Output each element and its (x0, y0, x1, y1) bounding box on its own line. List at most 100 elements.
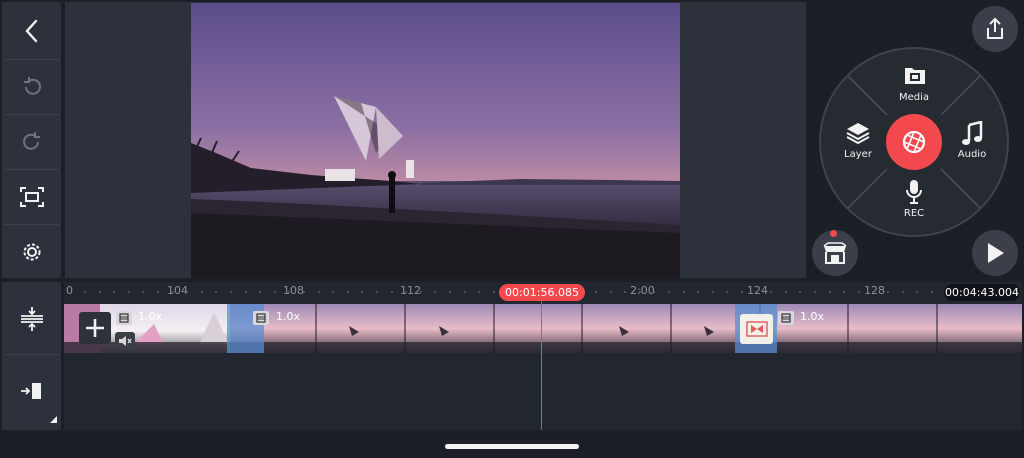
ruler-tick (128, 291, 130, 293)
layers-icon (846, 123, 870, 145)
ruler-label: 0 (66, 284, 73, 297)
layer-label: Layer (844, 149, 872, 160)
add-clip-button[interactable] (79, 312, 111, 344)
transition-icon (745, 321, 768, 337)
ruler-tick (245, 291, 247, 293)
ruler-tick (916, 291, 918, 293)
clip-thumbnails (64, 304, 1022, 353)
ruler-tick (464, 291, 466, 293)
divider (4, 354, 59, 355)
share-button[interactable] (972, 6, 1018, 52)
jump-to-end-icon (20, 383, 41, 399)
media-label: Media (898, 92, 930, 103)
track-height-button[interactable] (2, 292, 61, 346)
ruler-tick (303, 291, 305, 293)
asset-store-button[interactable] (812, 230, 858, 276)
film-icon (253, 311, 269, 325)
ruler-tick (668, 291, 670, 293)
home-indicator[interactable] (445, 444, 579, 449)
music-note-icon (962, 121, 983, 145)
undo-icon (23, 77, 41, 95)
ruler-label: 108 (283, 284, 304, 297)
film-icon (778, 311, 794, 325)
ruler-tick (142, 291, 144, 293)
redo-button[interactable] (2, 115, 61, 169)
total-duration: 00:04:43.004 (944, 284, 1020, 301)
chevron-left-icon (24, 19, 37, 43)
video-preview[interactable] (191, 3, 680, 278)
audio-label: Audio (957, 149, 987, 160)
ruler-tick (639, 291, 641, 293)
rec-button[interactable]: REC (889, 177, 939, 225)
ruler-tick (361, 291, 363, 293)
camera-record-button[interactable] (886, 114, 942, 170)
media-button[interactable]: Media (889, 65, 939, 113)
ruler-tick (741, 291, 743, 293)
ruler-tick (172, 291, 174, 293)
ruler-tick (814, 291, 816, 293)
play-icon (988, 243, 1004, 263)
ruler-tick (230, 291, 232, 293)
layer-button[interactable]: Layer (833, 119, 883, 167)
mute-button[interactable] (115, 332, 135, 350)
ruler-tick (610, 291, 612, 293)
clip-speed-label: 1.0x (800, 310, 825, 323)
ruler-tick (405, 291, 407, 293)
screen-capture-icon (19, 187, 44, 207)
ruler-tick (624, 291, 626, 293)
video-track[interactable] (64, 304, 1022, 353)
ruler-tick (84, 291, 86, 293)
ruler-tick (376, 291, 378, 293)
ruler-tick (887, 291, 889, 293)
ruler-tick (683, 291, 685, 293)
jump-end-button[interactable] (2, 364, 61, 418)
ruler-tick (858, 291, 860, 293)
undo-button[interactable] (2, 60, 61, 114)
ruler-tick (872, 291, 874, 293)
ruler-tick (902, 291, 904, 293)
playhead[interactable] (541, 300, 542, 430)
ruler-tick (434, 291, 436, 293)
ruler-tick (799, 291, 801, 293)
settings-button[interactable] (2, 225, 61, 279)
plus-icon (86, 319, 104, 337)
mute-icon (119, 336, 132, 346)
left-toolbar (2, 2, 61, 278)
ruler-tick (288, 291, 290, 293)
transition-button[interactable] (740, 314, 773, 344)
clip-speed-label: 1.0x (138, 310, 163, 323)
ruler-label: 112 (400, 284, 421, 297)
clip-speed-label: 1.0x (276, 310, 301, 323)
ruler-tick (318, 291, 320, 293)
ruler-tick (785, 291, 787, 293)
film-icon (116, 311, 132, 325)
ruler-label: 2:00 (630, 284, 655, 297)
ruler-tick (449, 291, 451, 293)
share-icon (987, 17, 1003, 39)
ruler-tick (186, 291, 188, 293)
ruler-tick (215, 291, 217, 293)
store-icon (823, 242, 847, 264)
ruler-label: 104 (167, 284, 188, 297)
audio-button[interactable]: Audio (947, 119, 997, 167)
capture-button[interactable] (2, 170, 61, 224)
back-button[interactable] (2, 4, 61, 58)
ruler-tick (653, 291, 655, 293)
ruler-tick (332, 291, 334, 293)
ruler-tick (347, 291, 349, 293)
ruler-tick (712, 291, 714, 293)
ruler-tick (391, 291, 393, 293)
ruler-tick (595, 291, 597, 293)
ruler-tick (478, 291, 480, 293)
aperture-icon (902, 130, 926, 154)
track-height-icon (20, 307, 43, 331)
sunset-scene-image (191, 3, 680, 278)
ruler-tick (493, 291, 495, 293)
ruler-tick (697, 291, 699, 293)
redo-icon (22, 132, 40, 150)
play-button[interactable] (972, 230, 1018, 276)
ruler-tick (726, 291, 728, 293)
ruler-tick (157, 291, 159, 293)
ruler-tick (259, 291, 261, 293)
ruler-tick (829, 291, 831, 293)
